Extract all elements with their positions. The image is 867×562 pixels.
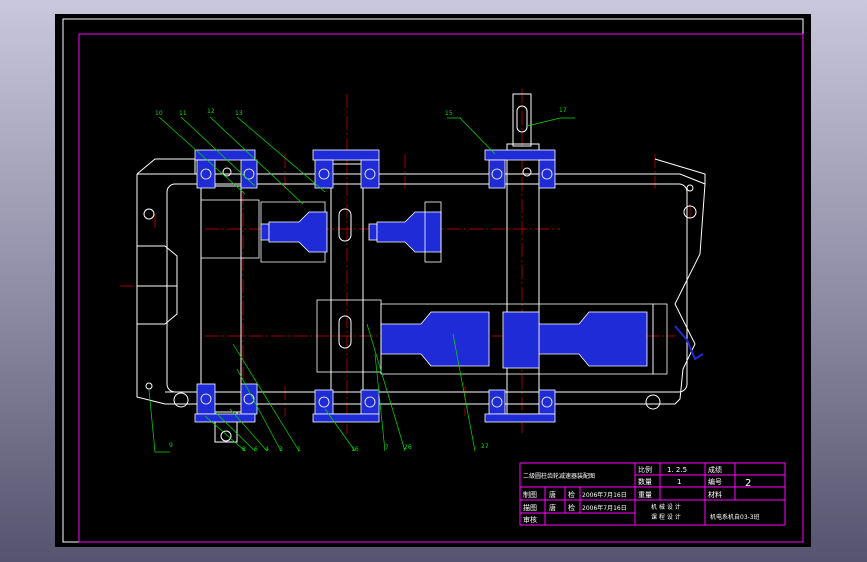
label-10: 10 (155, 110, 163, 117)
bolt-holes (143, 167, 697, 410)
traced-check: 检 (568, 503, 575, 512)
drawn-name: 唐 (549, 490, 556, 499)
traced-date: 2006年7月16日 (582, 504, 627, 512)
label-17: 17 (559, 107, 567, 114)
inner-frame (78, 33, 804, 543)
label-11: 11 (179, 110, 187, 117)
label-4: 4 (265, 446, 269, 453)
class-info: 机电系机自03-3班 (710, 513, 760, 521)
traced-label: 描图 (523, 503, 537, 512)
drawn-check: 检 (568, 490, 575, 499)
drawing-title: 二级圆柱齿轮减速器装配图 (523, 472, 595, 480)
housing-outline (136, 158, 706, 405)
label-1: 1 (297, 446, 301, 453)
drawing-canvas: 10 11 12 13 15 17 9 8 6 4 3 1 16 7 26 27… (55, 14, 811, 547)
traced-name: 唐 (549, 503, 556, 512)
review-label: 审核 (523, 515, 537, 524)
label-27: 27 (481, 443, 489, 450)
scale-value: 1. 2.5 (667, 466, 687, 474)
title-block: 二级圆柱齿轮减速器装配图 比例 1. 2.5 数量 1 重量 成绩 编号 2 材… (519, 462, 786, 526)
label-16: 16 (351, 446, 359, 453)
label-6: 6 (254, 446, 258, 453)
label-26: 26 (404, 444, 412, 451)
number-value: 2 (745, 478, 751, 489)
bearings (194, 149, 556, 423)
label-12: 12 (207, 108, 215, 115)
drawn-date: 2006年7月16日 (582, 491, 627, 499)
center-lines (120, 89, 691, 434)
label-9: 9 (169, 442, 173, 449)
course-line-1: 机 械 设 计 (651, 503, 681, 511)
number-label: 编号 (708, 477, 722, 486)
assembly-drawing: 10 11 12 13 15 17 9 8 6 4 3 1 16 7 26 27… (62, 18, 804, 543)
gears (200, 199, 668, 375)
label-8: 8 (242, 446, 246, 453)
score-label: 成绩 (708, 465, 722, 474)
label-13: 13 (235, 110, 243, 117)
weight-label: 重量 (638, 491, 652, 499)
drawn-label: 制图 (523, 490, 537, 499)
qty-label: 数量 (638, 477, 652, 486)
label-15: 15 (445, 110, 453, 117)
qty-value: 1 (677, 478, 681, 486)
material-label: 材料 (708, 490, 722, 499)
course-line-2: 课 程 设 计 (651, 513, 681, 521)
scale-label: 比例 (638, 465, 652, 474)
label-7: 7 (385, 444, 389, 451)
label-3: 3 (279, 446, 283, 453)
outer-frame (62, 18, 804, 543)
